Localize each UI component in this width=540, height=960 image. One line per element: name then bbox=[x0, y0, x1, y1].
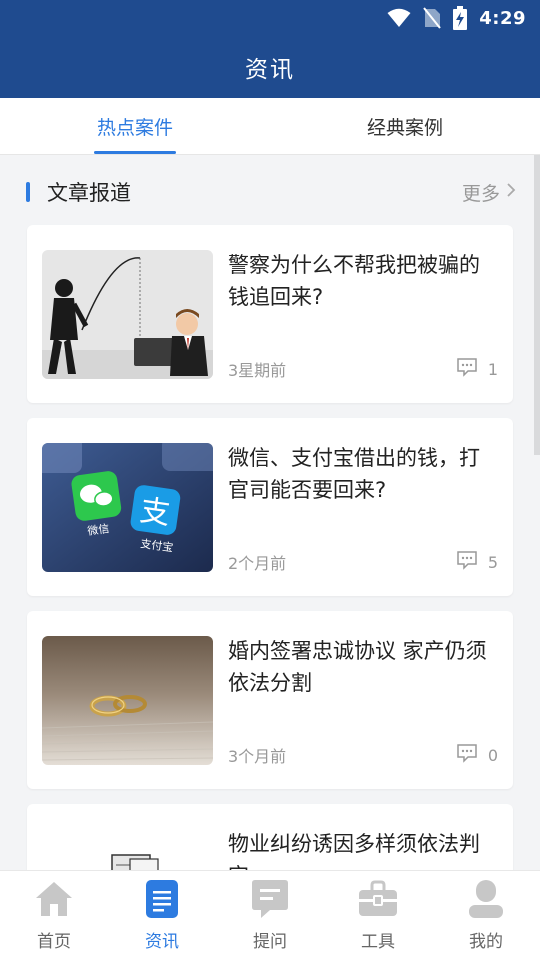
bottom-nav: 首页 资讯 提问 工具 我的 bbox=[0, 870, 540, 960]
section-title: 文章报道 bbox=[47, 181, 131, 205]
nav-label: 我的 bbox=[469, 932, 503, 952]
nav-profile[interactable]: 我的 bbox=[432, 871, 540, 960]
nav-question[interactable]: 提问 bbox=[216, 871, 324, 960]
comment-icon bbox=[456, 743, 478, 767]
svg-text:支: 支 bbox=[138, 493, 173, 532]
article-title: 婚内签署忠诚协议 家产仍须依法分割 bbox=[228, 639, 487, 695]
comment-icon bbox=[456, 550, 478, 574]
article-title: 警察为什么不帮我把被骗的钱追回来? bbox=[228, 253, 480, 309]
article-time: 3星期前 bbox=[228, 361, 287, 380]
status-time: 4:29 bbox=[479, 7, 526, 29]
nav-label: 工具 bbox=[361, 932, 395, 952]
toolbox-icon bbox=[358, 879, 398, 919]
article-time: 2个月前 bbox=[228, 554, 287, 573]
article-thumbnail-fraud bbox=[42, 250, 213, 379]
comment-count: 0 bbox=[487, 745, 498, 765]
no-sim-icon bbox=[423, 7, 441, 29]
profile-icon bbox=[466, 879, 506, 919]
wifi-icon bbox=[387, 8, 411, 28]
tab-bar: 热点案件 经典案例 bbox=[0, 98, 540, 155]
tab-classic-cases[interactable]: 经典案例 bbox=[270, 98, 540, 154]
section-accent-bar bbox=[26, 182, 30, 202]
nav-news[interactable]: 资讯 bbox=[108, 871, 216, 960]
article-card[interactable]: 警察为什么不帮我把被骗的钱追回来? 3星期前 1 bbox=[27, 225, 513, 403]
comment-count: 5 bbox=[487, 552, 498, 572]
article-comments: 0 bbox=[456, 743, 498, 767]
article-title: 微信、支付宝借出的钱，打官司能否要回来? bbox=[228, 446, 480, 502]
nav-label: 首页 bbox=[37, 932, 71, 952]
comment-count: 1 bbox=[487, 359, 498, 379]
article-card[interactable]: 支 微信 支付宝 微信、支付宝借出的钱，打官司能否要回来? 2个月前 5 bbox=[27, 418, 513, 596]
tab-hot-cases[interactable]: 热点案件 bbox=[0, 98, 270, 154]
nav-label: 资讯 bbox=[145, 932, 179, 952]
nav-home[interactable]: 首页 bbox=[0, 871, 108, 960]
tab-label: 热点案件 bbox=[96, 116, 173, 139]
comment-icon bbox=[456, 357, 478, 381]
question-icon bbox=[250, 879, 290, 919]
article-card[interactable]: 婚内签署忠诚协议 家产仍须依法分割 3个月前 0 bbox=[27, 611, 513, 789]
scrollbar[interactable] bbox=[534, 155, 540, 455]
nav-label: 提问 bbox=[253, 932, 287, 952]
article-thumbnail-rings bbox=[42, 636, 213, 765]
page-title: 资讯 bbox=[245, 57, 295, 83]
article-thumbnail-payment-apps: 支 微信 支付宝 bbox=[42, 443, 213, 572]
chevron-right-icon bbox=[506, 181, 516, 203]
section-header: 文章报道 更多 bbox=[26, 170, 516, 214]
home-icon bbox=[34, 879, 74, 919]
more-label: 更多 bbox=[461, 182, 500, 205]
article-comments: 5 bbox=[456, 550, 498, 574]
battery-charging-icon bbox=[453, 6, 468, 30]
status-bar: 4:29 bbox=[0, 0, 540, 36]
news-icon bbox=[142, 879, 182, 919]
tab-label: 经典案例 bbox=[366, 116, 443, 139]
article-time: 3个月前 bbox=[228, 747, 287, 766]
nav-tools[interactable]: 工具 bbox=[324, 871, 432, 960]
article-comments: 1 bbox=[456, 357, 498, 381]
more-link[interactable]: 更多 bbox=[462, 179, 516, 206]
app-bar: 资讯 bbox=[0, 36, 540, 98]
